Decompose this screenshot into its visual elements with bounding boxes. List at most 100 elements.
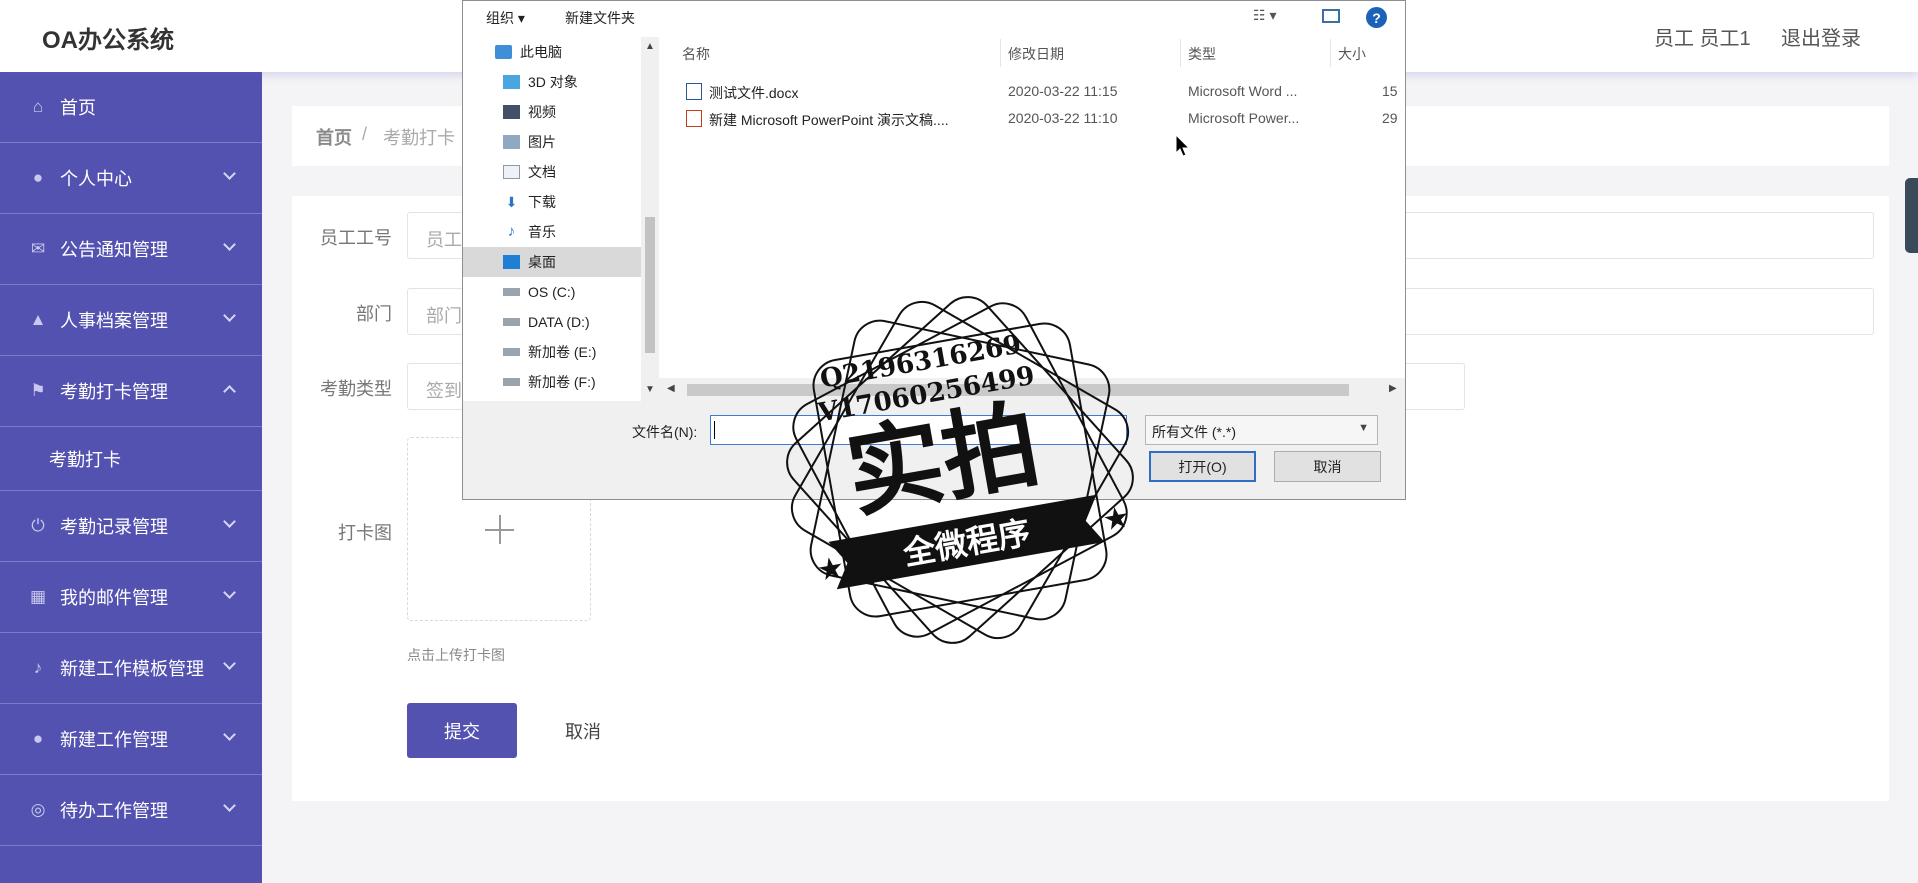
sidebar: ⌂ 首页 ● 个人中心 ✉ 公告通知管理 ▲ 人事档案管理 ⚑ 考勤打卡管理 考… [0, 72, 262, 883]
filename-label: 文件名(N): [632, 424, 698, 440]
sidebar-subitem-punch[interactable]: 考勤打卡 [0, 427, 262, 491]
tree-item-drive-e[interactable]: 新加卷 (E:) [463, 337, 641, 367]
column-type[interactable]: 类型 [1188, 44, 1216, 64]
file-row[interactable]: 新建 Microsoft PowerPoint 演示文稿.... 2020-03… [659, 105, 1405, 131]
file-name: 测试文件.docx [709, 85, 799, 101]
new-folder-button[interactable]: 新建文件夹 [565, 8, 635, 28]
tree-item-downloads[interactable]: ⬇ 下载 [463, 187, 641, 217]
tree-item-music[interactable]: ♪ 音乐 [463, 217, 641, 247]
chevron-down-icon [223, 167, 236, 180]
sidebar-item-mail[interactable]: ▦ 我的邮件管理 [0, 562, 262, 633]
help-icon[interactable]: ? [1366, 7, 1387, 28]
file-type: Microsoft Power... [1188, 110, 1300, 126]
sidebar-item-home[interactable]: ⌂ 首页 [0, 72, 262, 143]
current-user: 员工 员工1 [1654, 28, 1751, 50]
tree-item-drive-c[interactable]: OS (C:) [463, 277, 641, 307]
page-scrollbar[interactable] [1905, 178, 1918, 253]
sidebar-item-label: 待办工作管理 [60, 801, 168, 821]
sidebar-item-todo[interactable]: ◎ 待办工作管理 [0, 775, 262, 846]
photo-label: 打卡图 [338, 523, 392, 543]
word-file-icon [686, 83, 702, 100]
file-date: 2020-03-22 11:15 [1008, 83, 1118, 99]
file-list-hscrollbar[interactable]: ◀ ▶ [659, 378, 1405, 401]
open-button[interactable]: 打开(O) [1149, 451, 1256, 482]
organize-button[interactable]: 组织 ▾ [486, 8, 525, 28]
app-title: OA办公系统 [42, 27, 174, 54]
user-icon: ● [32, 168, 44, 187]
submit-button[interactable]: 提交 [407, 703, 517, 758]
sidebar-item-attendance-punch[interactable]: ⚑ 考勤打卡管理 [0, 356, 262, 427]
sidebar-item-label: 我的邮件管理 [60, 588, 168, 608]
tree-item-videos[interactable]: 视频 [463, 97, 641, 127]
sidebar-item-label: 新建工作管理 [60, 730, 168, 750]
sidebar-item-work-template[interactable]: ♪ 新建工作模板管理 [0, 633, 262, 704]
drive-icon [503, 288, 520, 296]
file-open-dialog: 组织 ▾ 新建文件夹 ☷ ▾ ? 此电脑 3D 对象 视频 图片 文档 ⬇ 下载 … [462, 0, 1406, 500]
file-size: 15 [1382, 83, 1398, 99]
column-name[interactable]: 名称 [682, 44, 710, 64]
mail-icon: ✉ [30, 239, 46, 258]
scroll-left-icon[interactable]: ◀ [667, 383, 675, 394]
chevron-down-icon [223, 515, 236, 528]
tree-scrollbar[interactable]: ▲ ▼ [641, 37, 659, 401]
scroll-right-icon[interactable]: ▶ [1389, 383, 1397, 394]
employee-no-label: 员工工号 [320, 228, 392, 248]
column-date[interactable]: 修改日期 [1008, 44, 1064, 64]
file-date: 2020-03-22 11:10 [1008, 110, 1118, 126]
compass-icon: ◎ [30, 800, 46, 819]
text-caret [714, 421, 715, 439]
scroll-up-icon[interactable]: ▲ [645, 41, 655, 52]
preview-pane-icon[interactable] [1322, 9, 1340, 23]
view-options-icon[interactable]: ☷ ▾ [1253, 7, 1276, 24]
file-type: Microsoft Word ... [1188, 83, 1298, 99]
filename-input[interactable] [710, 415, 1127, 445]
drive-icon [503, 318, 520, 326]
sidebar-item-hr[interactable]: ▲ 人事档案管理 [0, 285, 262, 356]
tree-item-drive-f[interactable]: 新加卷 (F:) [463, 367, 641, 397]
hscroll-thumb[interactable] [687, 384, 1349, 396]
dept-label: 部门 [356, 304, 392, 324]
bulb-icon: ● [32, 729, 44, 748]
tree-item-3d-objects[interactable]: 3D 对象 [463, 67, 641, 97]
breadcrumb-separator: / [362, 124, 368, 144]
tree-item-pictures[interactable]: 图片 [463, 127, 641, 157]
document-icon [503, 165, 520, 179]
download-icon: ⬇ [505, 194, 518, 210]
tree-item-desktop[interactable]: 桌面 [463, 247, 641, 277]
sidebar-item-label: 人事档案管理 [60, 311, 168, 331]
tree-item-drive-d[interactable]: DATA (D:) [463, 307, 641, 337]
home-icon: ⌂ [32, 97, 44, 116]
dialog-cancel-button[interactable]: 取消 [1274, 451, 1381, 482]
cancel-button[interactable]: 取消 [548, 703, 618, 758]
pc-icon [495, 45, 512, 59]
file-row[interactable]: 测试文件.docx 2020-03-22 11:15 Microsoft Wor… [659, 78, 1405, 104]
sidebar-item-label: 新建工作模板管理 [60, 659, 204, 679]
picture-icon [503, 135, 520, 149]
chevron-down-icon [223, 586, 236, 599]
sidebar-item-attendance-record[interactable]: ⏻ 考勤记录管理 [0, 491, 262, 562]
sidebar-item-label: 考勤记录管理 [60, 517, 168, 537]
logout-link[interactable]: 退出登录 [1781, 22, 1861, 51]
power-icon: ⏻ [31, 516, 45, 535]
video-icon [503, 105, 520, 119]
sidebar-item-personal[interactable]: ● 个人中心 [0, 143, 262, 214]
sidebar-item-new-work[interactable]: ● 新建工作管理 [0, 704, 262, 775]
sidebar-item-label: 公告通知管理 [60, 240, 168, 260]
dialog-footer: 文件名(N): 所有文件 (*.*) ▼ 打开(O) 取消 [463, 401, 1405, 499]
chevron-up-icon [223, 385, 236, 398]
breadcrumb-home[interactable]: 首页 [316, 124, 352, 150]
chevron-down-icon [223, 728, 236, 741]
tree-scroll-thumb[interactable] [645, 217, 655, 353]
sidebar-item-label: 个人中心 [60, 169, 132, 189]
flag-icon: ⚑ [30, 381, 46, 400]
filetype-select[interactable]: 所有文件 (*.*) ▼ [1145, 415, 1378, 445]
mic-icon: ♪ [33, 658, 43, 677]
sidebar-item-notice[interactable]: ✉ 公告通知管理 [0, 214, 262, 285]
scroll-down-icon[interactable]: ▼ [645, 384, 655, 395]
chevron-down-icon [223, 657, 236, 670]
tree-item-this-pc[interactable]: 此电脑 [463, 37, 641, 67]
column-size[interactable]: 大小 [1338, 44, 1366, 64]
file-name: 新建 Microsoft PowerPoint 演示文稿.... [709, 112, 949, 128]
tree-item-documents[interactable]: 文档 [463, 157, 641, 187]
music-icon: ♪ [507, 223, 516, 240]
